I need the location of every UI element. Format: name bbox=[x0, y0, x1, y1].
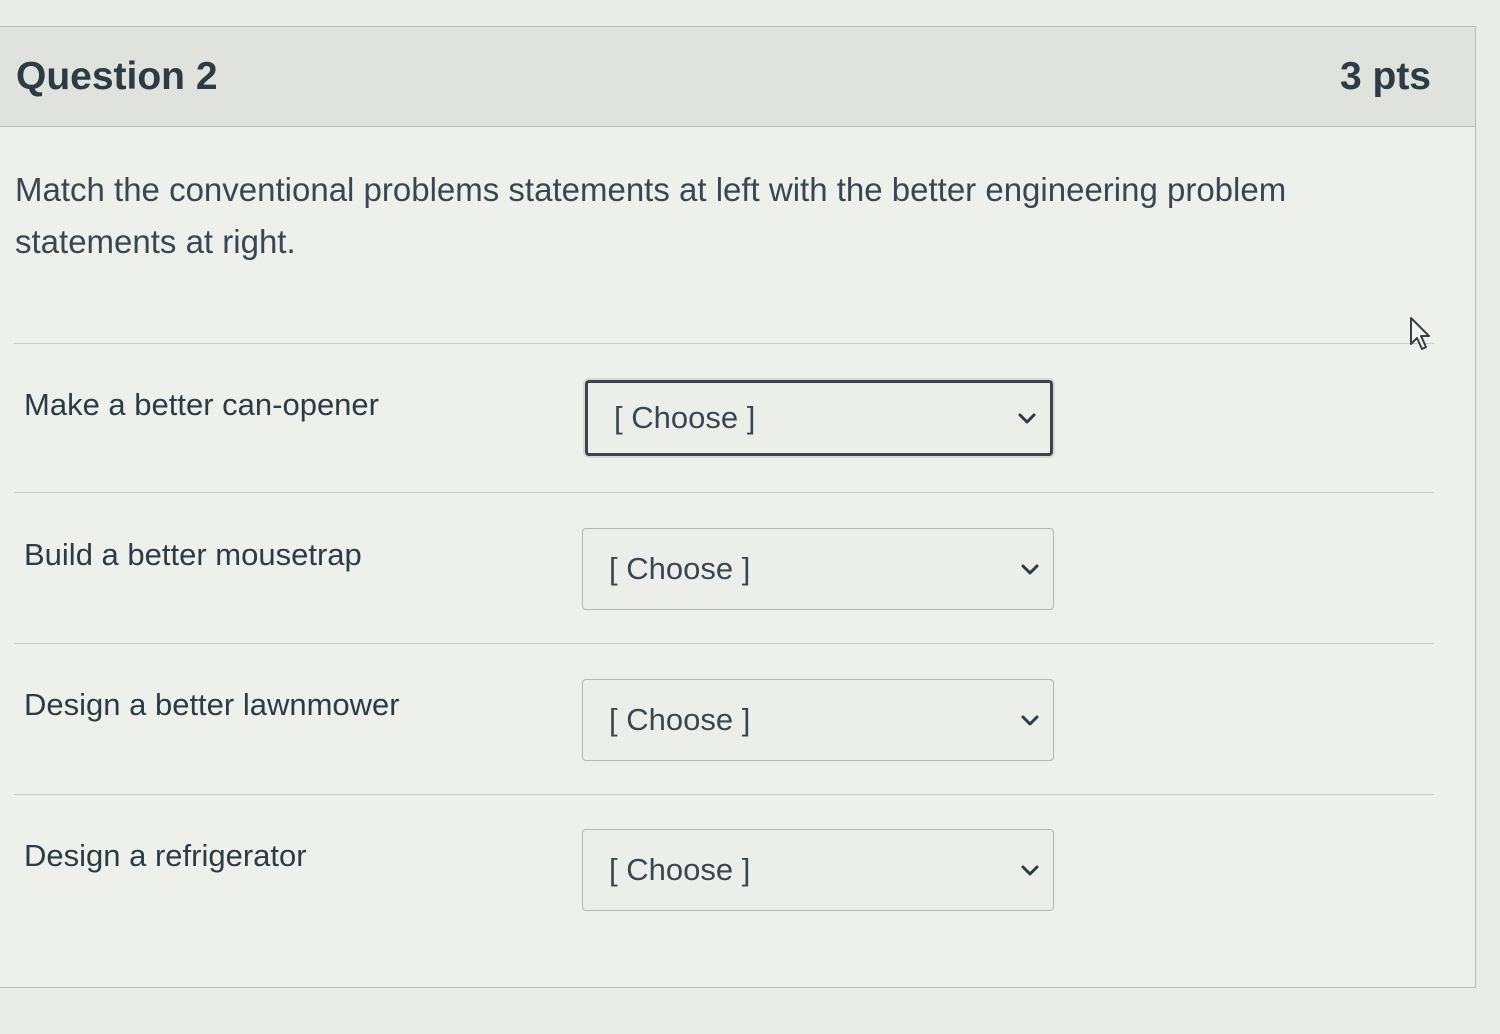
question-prompt: Match the conventional problems statemen… bbox=[15, 171, 1287, 260]
divider bbox=[14, 343, 1434, 344]
select-value: [ Choose ] bbox=[614, 400, 756, 435]
match-label-refrigerator: Design a refrigerator bbox=[24, 838, 307, 873]
question-header: Question 2 3 pts bbox=[0, 27, 1475, 127]
answer-select-lawnmower[interactable]: [ Choose ] bbox=[582, 679, 1054, 761]
answer-select-mousetrap[interactable]: [ Choose ] bbox=[582, 528, 1054, 610]
chevron-down-icon bbox=[1021, 715, 1039, 726]
mouse-pointer-icon bbox=[1410, 317, 1430, 350]
select-value: [ Choose ] bbox=[609, 702, 751, 737]
divider bbox=[14, 794, 1434, 795]
divider bbox=[14, 643, 1434, 644]
chevron-down-icon bbox=[1021, 865, 1039, 876]
question-points: 3 pts bbox=[1339, 55, 1431, 98]
chevron-down-icon bbox=[1021, 564, 1039, 575]
match-label-can-opener: Make a better can-opener bbox=[24, 387, 379, 422]
answer-select-refrigerator[interactable]: [ Choose ] bbox=[582, 829, 1054, 911]
answer-select-can-opener[interactable]: [ Choose ] bbox=[585, 380, 1053, 456]
question-title: Question 2 bbox=[16, 55, 218, 98]
divider bbox=[14, 492, 1434, 493]
select-value: [ Choose ] bbox=[609, 551, 751, 586]
match-label-lawnmower: Design a better lawnmower bbox=[24, 687, 400, 722]
match-label-mousetrap: Build a better mousetrap bbox=[24, 537, 362, 572]
select-value: [ Choose ] bbox=[609, 852, 751, 887]
chevron-down-icon bbox=[1018, 413, 1036, 424]
